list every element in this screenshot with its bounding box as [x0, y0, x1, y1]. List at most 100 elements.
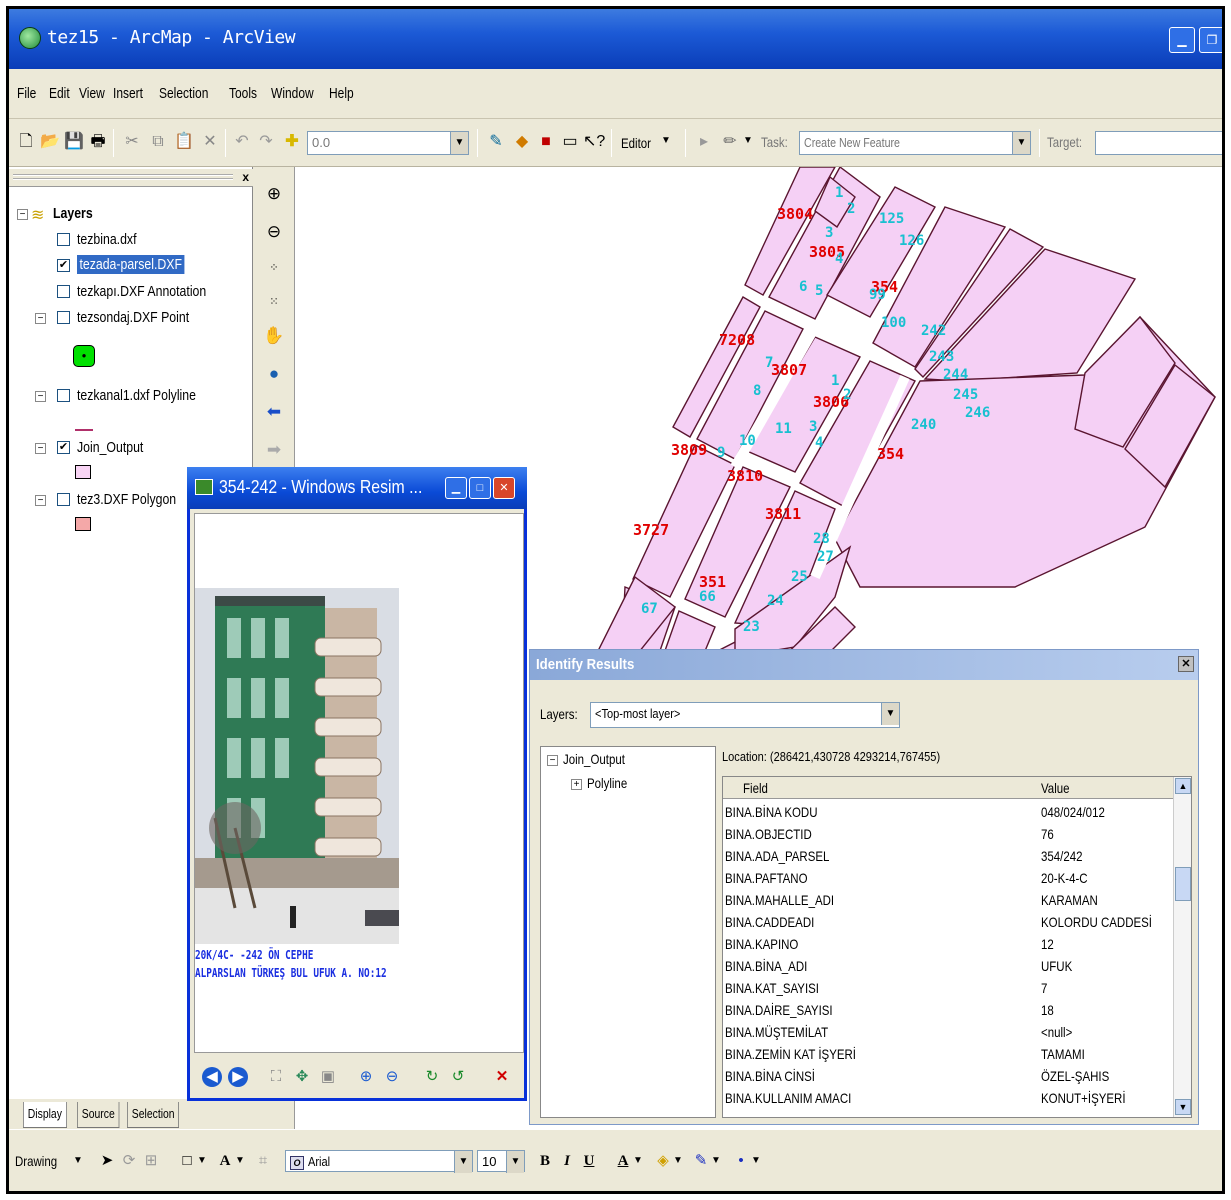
menu-selection[interactable]: Selection [159, 85, 208, 102]
zoom-out-icon[interactable]: ⊖ [263, 221, 285, 243]
table-row[interactable]: BINA.ZEMİN KAT İŞYERİ TAMAMI [723, 1043, 1175, 1065]
collapse-icon[interactable]: − [35, 391, 46, 402]
arccatalog-icon[interactable]: ◆ [511, 131, 533, 153]
tab-source[interactable]: Source [77, 1102, 120, 1128]
zoom-in-icon[interactable]: ⊕ [263, 183, 285, 205]
editor-menu[interactable]: Editor [621, 135, 651, 151]
menu-window[interactable]: Window [271, 85, 314, 102]
expand-icon[interactable]: + [571, 779, 582, 790]
map-scale-combo[interactable]: 0.0 ▼ [307, 131, 469, 155]
table-row[interactable]: BINA.CADDEADI KOLORDU CADDESİ [723, 911, 1175, 933]
marker-color-icon[interactable]: • [731, 1150, 751, 1172]
editor-toolbar-icon[interactable]: ✎ [485, 131, 507, 153]
delete-icon[interactable]: ✕ [492, 1067, 512, 1087]
value-column-header[interactable]: Value [1041, 780, 1070, 796]
toc-drag-handle[interactable]: x [9, 169, 253, 187]
chevron-down-icon[interactable]: ▼ [633, 1150, 643, 1172]
layer-checkbox[interactable]: ✔ [57, 441, 70, 454]
chevron-down-icon[interactable]: ▼ [235, 1150, 245, 1172]
zoom-out-icon[interactable]: ⊖ [382, 1067, 402, 1087]
command-line-icon[interactable]: ▭ [559, 131, 581, 153]
open-folder-icon[interactable]: 📂 [39, 131, 61, 153]
table-row[interactable]: BINA.ADA_PARSEL 354/242 [723, 845, 1175, 867]
layers-dropdown[interactable]: <Top-most layer> ▼ [590, 702, 900, 728]
next-image-icon[interactable]: ▶ [228, 1067, 248, 1087]
arctoolbox-icon[interactable]: ■ [535, 131, 557, 153]
minimize-button[interactable]: ▁ [445, 477, 467, 499]
close-button[interactable]: ✕ [493, 477, 515, 499]
full-extent-globe-icon[interactable]: ● [263, 363, 285, 385]
chevron-down-icon[interactable]: ▼ [197, 1150, 207, 1172]
bold-button[interactable]: B [535, 1150, 555, 1172]
collapse-icon[interactable]: − [17, 209, 28, 220]
collapse-icon[interactable]: − [35, 495, 46, 506]
chevron-down-icon[interactable]: ▼ [450, 132, 468, 154]
save-icon[interactable]: 💾 [63, 131, 85, 153]
slideshow-icon[interactable]: ▣ [318, 1067, 338, 1087]
chevron-down-icon[interactable]: ▼ [751, 1150, 761, 1172]
tree-polyline[interactable]: Polyline [587, 775, 627, 791]
toc-layer-tezbina[interactable]: tezbina.dxf [77, 231, 136, 248]
font-combo[interactable]: O Arial ▼ [285, 1150, 473, 1173]
new-document-icon[interactable]: 🗋 [15, 131, 37, 153]
table-row[interactable]: BINA.MÜŞTEMİLAT <null> [723, 1021, 1175, 1043]
delete-icon[interactable]: ✕ [199, 131, 221, 153]
table-row[interactable]: BINA.BİNA_ADI UFUK [723, 955, 1175, 977]
layer-checkbox[interactable] [57, 311, 70, 324]
rotate-icon[interactable]: ⟳ [119, 1150, 139, 1172]
whats-this-icon[interactable]: ↖? [583, 131, 605, 153]
zoom-to-selected-icon[interactable]: ⊞ [141, 1150, 161, 1172]
target-combo[interactable] [1095, 131, 1222, 155]
chevron-down-icon[interactable]: ▼ [661, 135, 671, 146]
chevron-down-icon[interactable]: ▼ [743, 135, 753, 146]
underline-button[interactable]: U [579, 1150, 599, 1172]
menu-view[interactable]: View [79, 85, 105, 102]
toc-layer-tezsondaj[interactable]: tezsondaj.DXF Point [77, 309, 189, 326]
line-color-icon[interactable]: ✎ [691, 1150, 711, 1172]
toc-layer-tezkanal1[interactable]: tezkanal1.dxf Polyline [77, 387, 196, 404]
tree-join-output[interactable]: Join_Output [563, 751, 625, 767]
back-extent-icon[interactable]: ⬅ [263, 401, 285, 423]
fixed-zoom-out-icon[interactable]: ⁙ [263, 291, 285, 313]
select-elements-icon[interactable]: ➤ [97, 1150, 117, 1172]
field-column-header[interactable]: Field [743, 780, 768, 796]
toc-layer-tez3[interactable]: tez3.DXF Polygon [77, 491, 176, 508]
edit-tool-icon[interactable]: ▸ [693, 131, 715, 153]
table-row[interactable]: BINA.KAT_SAYISI 7 [723, 977, 1175, 999]
undo-icon[interactable]: ↶ [231, 131, 253, 153]
toc-root-layers[interactable]: Layers [53, 205, 93, 222]
table-row[interactable]: BINA.DAİRE_SAYISI 18 [723, 999, 1175, 1021]
new-text-icon[interactable]: A [215, 1150, 235, 1172]
rotate-clockwise-icon[interactable]: ↻ [422, 1067, 442, 1087]
table-row[interactable]: BINA.MAHALLE_ADI KARAMAN [723, 889, 1175, 911]
pan-hand-icon[interactable]: ✋ [263, 325, 285, 347]
cut-icon[interactable]: ✂ [121, 131, 143, 153]
toc-layer-join-output[interactable]: Join_Output [77, 439, 143, 456]
close-button[interactable]: ✕ [1178, 656, 1194, 672]
rectangle-icon[interactable]: □ [177, 1150, 197, 1172]
forward-extent-icon[interactable]: ➡ [263, 439, 285, 461]
tab-selection[interactable]: Selection [127, 1102, 180, 1128]
fixed-zoom-in-icon[interactable]: ⁘ [263, 257, 285, 279]
chevron-down-icon[interactable]: ▼ [1012, 132, 1030, 154]
collapse-icon[interactable]: − [35, 313, 46, 324]
layer-checkbox[interactable] [57, 285, 70, 298]
table-row[interactable]: BINA.KULLANIM AMACI KONUT+İŞYERİ [723, 1087, 1175, 1109]
table-row[interactable]: BINA.OBJECTID 76 [723, 823, 1175, 845]
restore-button[interactable]: ❐ [1199, 27, 1222, 53]
scroll-thumb[interactable] [1175, 867, 1191, 901]
edit-vertices-icon[interactable]: ⌗ [253, 1150, 273, 1172]
minimize-button[interactable]: ▁ [1169, 27, 1195, 53]
grid-scrollbar[interactable]: ▲ ▼ [1173, 777, 1191, 1117]
layer-checkbox[interactable] [57, 493, 70, 506]
add-data-icon[interactable]: ✚ [281, 131, 303, 153]
scroll-down-icon[interactable]: ▼ [1175, 1099, 1191, 1115]
print-icon[interactable]: 🖶 [87, 131, 109, 153]
toc-layer-tezkapi[interactable]: tezkapı.DXF Annotation [77, 283, 206, 300]
table-row[interactable]: BINA.PAFTANO 20-K-4-C [723, 867, 1175, 889]
chevron-down-icon[interactable]: ▼ [454, 1151, 472, 1173]
table-row[interactable]: BINA.KAPINO 12 [723, 933, 1175, 955]
chevron-down-icon[interactable]: ▼ [881, 703, 899, 725]
chevron-down-icon[interactable]: ▼ [711, 1150, 721, 1172]
menu-edit[interactable]: Edit [49, 85, 70, 102]
